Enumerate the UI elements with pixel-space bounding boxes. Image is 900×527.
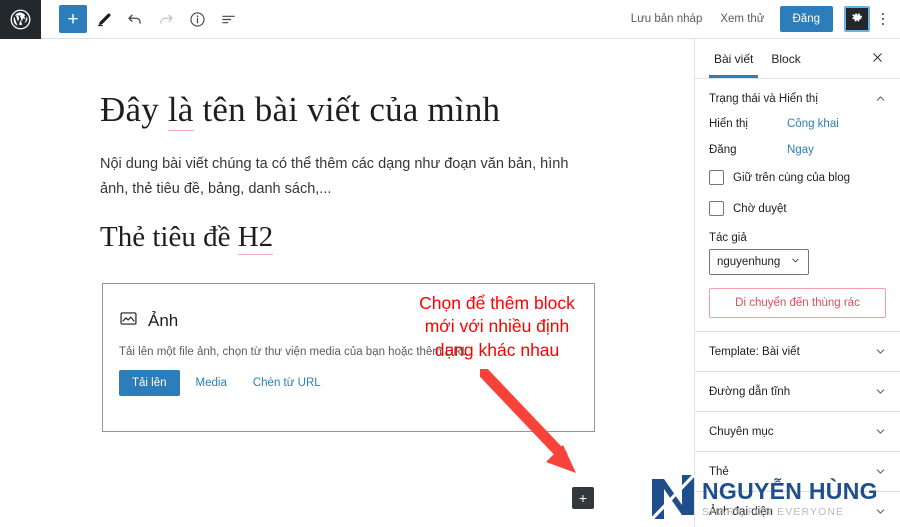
settings-sidebar: Bài viết Block Trạng thái và Hiển thị Hi… <box>694 39 900 527</box>
pencil-icon <box>96 11 113 28</box>
post-title-part-1: Đây <box>100 90 168 129</box>
chevron-down-icon <box>874 425 887 438</box>
panel-status-title: Trạng thái và Hiển thị <box>709 92 818 105</box>
inline-add-block-button[interactable]: + <box>572 487 594 509</box>
chevron-down-icon <box>874 345 887 358</box>
gear-icon <box>850 11 864 28</box>
chevron-down-icon <box>874 385 887 398</box>
redo-icon <box>157 10 175 28</box>
add-block-button[interactable]: + <box>59 5 87 33</box>
image-block-actions: Tải lên Media Chèn từ URL <box>119 370 594 396</box>
visibility-label: Hiển thị <box>709 118 748 130</box>
panel-template-title: Template: Bài viết <box>709 345 800 358</box>
panel-status-visibility: Trạng thái và Hiển thị Hiển thị Công kha… <box>695 79 900 332</box>
row-pending: Chờ duyệt <box>709 201 886 216</box>
image-block-title: Ảnh <box>148 311 179 330</box>
publish-date-label: Đăng <box>709 144 737 156</box>
panel-status-header[interactable]: Trạng thái và Hiển thị <box>695 79 900 118</box>
pending-review-checkbox[interactable] <box>709 201 724 216</box>
image-block-header: Ảnh <box>119 309 594 333</box>
redo-button[interactable] <box>152 5 180 33</box>
editor-canvas: Đây là tên bài viết của mình Nội dung bà… <box>0 39 694 527</box>
author-select[interactable]: nguyenhung <box>709 249 810 275</box>
panel-tags: Thẻ <box>695 452 900 492</box>
move-to-trash-button[interactable]: Di chuyển đến thùng rác <box>709 288 886 318</box>
info-icon <box>189 11 206 28</box>
image-placeholder-block[interactable]: Ảnh Tải lên một file ảnh, chọn từ thư vi… <box>102 283 595 432</box>
settings-button[interactable] <box>844 6 870 32</box>
tab-post[interactable]: Bài viết <box>705 40 762 78</box>
panel-categories: Chuyên mục <box>695 412 900 452</box>
post-title[interactable]: Đây là tên bài viết của mình <box>100 89 600 131</box>
panel-permalink-header[interactable]: Đường dẫn tĩnh <box>695 372 900 411</box>
post-title-spellcheck-word: là <box>167 90 194 131</box>
save-draft-button[interactable]: Lưu bản nháp <box>622 7 712 31</box>
panel-categories-title: Chuyên mục <box>709 425 774 438</box>
preview-button[interactable]: Xem thử <box>711 7 773 31</box>
post-title-part-2: tên bài viết của mình <box>193 90 501 129</box>
panel-featured-image: Ảnh đại diện <box>695 492 900 527</box>
edit-mode-button[interactable] <box>90 5 118 33</box>
visibility-value-button[interactable]: Công khai <box>787 118 839 130</box>
undo-icon <box>126 10 144 28</box>
toolbar-tools: + <box>59 5 242 33</box>
panel-template: Template: Bài viết <box>695 332 900 372</box>
toolbar-actions: Lưu bản nháp Xem thử Đăng <box>622 6 900 32</box>
insert-from-url-button[interactable]: Chèn từ URL <box>243 370 331 396</box>
post-heading-block[interactable]: Thẻ tiêu đề H2 <box>100 221 274 255</box>
panel-featured-image-title: Ảnh đại diện <box>709 505 773 518</box>
panel-status-body: Hiển thị Công khai Đăng Ngay Giữ trên cù… <box>695 118 900 331</box>
publish-button[interactable]: Đăng <box>779 6 833 32</box>
close-sidebar-button[interactable] <box>864 46 890 72</box>
undo-button[interactable] <box>121 5 149 33</box>
image-block-description: Tải lên một file ảnh, chọn từ thư viện m… <box>119 346 472 358</box>
heading-spellcheck-word: H2 <box>237 221 274 255</box>
sidebar-tabs: Bài viết Block <box>695 39 900 79</box>
three-dots-vertical-icon <box>881 12 885 16</box>
chevron-down-icon <box>790 255 801 269</box>
media-library-button[interactable]: Media <box>186 370 237 396</box>
panel-permalink: Đường dẫn tĩnh <box>695 372 900 412</box>
sticky-checkbox[interactable] <box>709 170 724 185</box>
tab-block[interactable]: Block <box>762 40 809 77</box>
content-info-button[interactable] <box>183 5 211 33</box>
publish-date-value-button[interactable]: Ngay <box>787 144 814 156</box>
list-view-icon <box>220 11 237 28</box>
dot-2 <box>881 17 885 21</box>
author-value: nguyenhung <box>717 256 781 268</box>
more-options-button[interactable] <box>872 6 894 32</box>
chevron-up-icon <box>874 92 887 105</box>
panel-permalink-title: Đường dẫn tĩnh <box>709 385 791 398</box>
row-sticky: Giữ trên cùng của blog <box>709 170 886 185</box>
close-icon <box>871 51 884 67</box>
list-view-button[interactable] <box>214 5 242 33</box>
sticky-label: Giữ trên cùng của blog <box>733 171 851 184</box>
upload-button[interactable]: Tải lên <box>119 370 180 396</box>
row-publish: Đăng Ngay <box>709 144 886 156</box>
editor-toolbar: + Lưu bản nháp Xem thử Đăng <box>0 0 900 39</box>
panel-template-header[interactable]: Template: Bài viết <box>695 332 900 371</box>
panel-featured-image-header[interactable]: Ảnh đại diện <box>695 492 900 527</box>
panel-tags-header[interactable]: Thẻ <box>695 452 900 491</box>
row-visibility: Hiển thị Công khai <box>709 118 886 130</box>
panel-tags-title: Thẻ <box>709 465 729 478</box>
wordpress-logo-icon <box>10 9 31 30</box>
dot-3 <box>881 22 885 26</box>
panel-categories-header[interactable]: Chuyên mục <box>695 412 900 451</box>
chevron-down-icon <box>874 505 887 518</box>
chevron-down-icon <box>874 465 887 478</box>
post-paragraph-block[interactable]: Nội dung bài viết chúng ta có thể thêm c… <box>100 152 590 202</box>
author-label: Tác giả <box>709 232 747 244</box>
wordpress-logo-button[interactable] <box>0 0 41 39</box>
wordpress-block-editor: + Lưu bản nháp Xem thử Đăng Đây là tên b… <box>0 0 900 527</box>
pending-review-label: Chờ duyệt <box>733 202 787 215</box>
heading-text: Thẻ tiêu đề <box>100 221 238 253</box>
image-icon <box>119 309 138 333</box>
plus-icon: + <box>67 8 79 30</box>
